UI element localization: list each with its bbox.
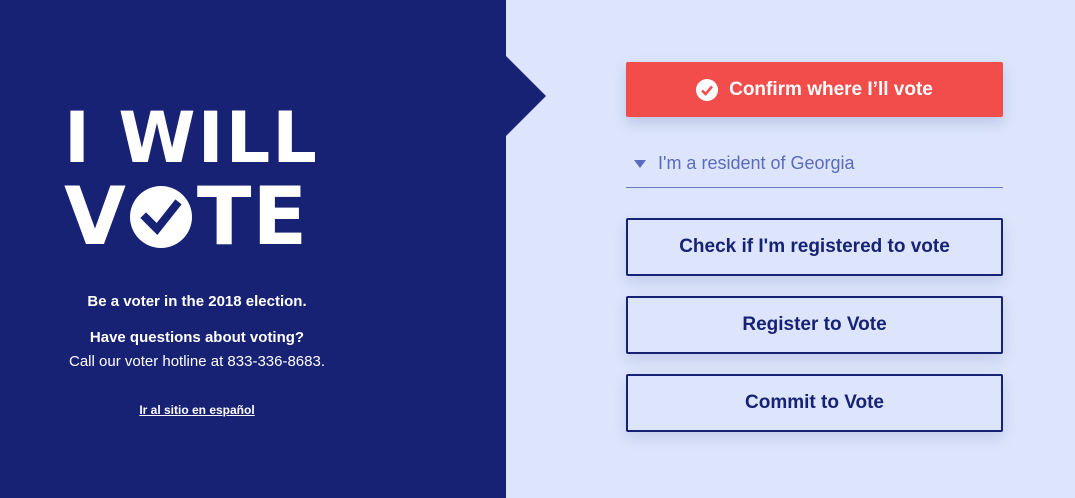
commit-label: Commit to Vote	[745, 392, 884, 413]
confirm-button-label: Confirm where I’ll vote	[729, 78, 933, 100]
state-select-value: I'm a resident of Georgia	[658, 152, 855, 173]
state-residence-select[interactable]: I'm a resident of Georgia	[626, 147, 1003, 188]
questions-heading: Have questions about voting?	[89, 329, 305, 346]
logo-line1: I WILL	[64, 97, 319, 179]
spanish-site-link[interactable]: Ir al sitio en español	[0, 403, 394, 417]
register-to-vote-button[interactable]: Register to Vote	[626, 296, 1003, 354]
hotline-text: Call our voter hotline at 833-336-8683.	[69, 353, 325, 370]
logo-letter-v: V	[64, 170, 127, 263]
panel-notch	[506, 56, 546, 136]
caret-down-icon	[634, 160, 646, 168]
left-panel: I WILL V TE Be a voter in the 2018 elect…	[0, 0, 506, 498]
logo-line2: V TE	[64, 177, 334, 257]
check-registration-label: Check if I'm registered to vote	[679, 236, 950, 257]
check-circle-icon	[696, 78, 719, 101]
page: I WILL V TE Be a voter in the 2018 elect…	[0, 0, 1075, 498]
check-circle-icon	[129, 186, 192, 248]
election-tagline: Be a voter in the 2018 election.	[87, 293, 307, 310]
confirm-vote-location-button[interactable]: Confirm where I’ll vote	[626, 62, 1003, 117]
i-will-vote-logo: I WILL V TE	[64, 97, 334, 257]
logo-letters-te: TE	[196, 170, 309, 263]
check-registration-button[interactable]: Check if I'm registered to vote	[626, 218, 1003, 276]
commit-to-vote-button[interactable]: Commit to Vote	[626, 374, 1003, 432]
register-label: Register to Vote	[742, 314, 887, 335]
